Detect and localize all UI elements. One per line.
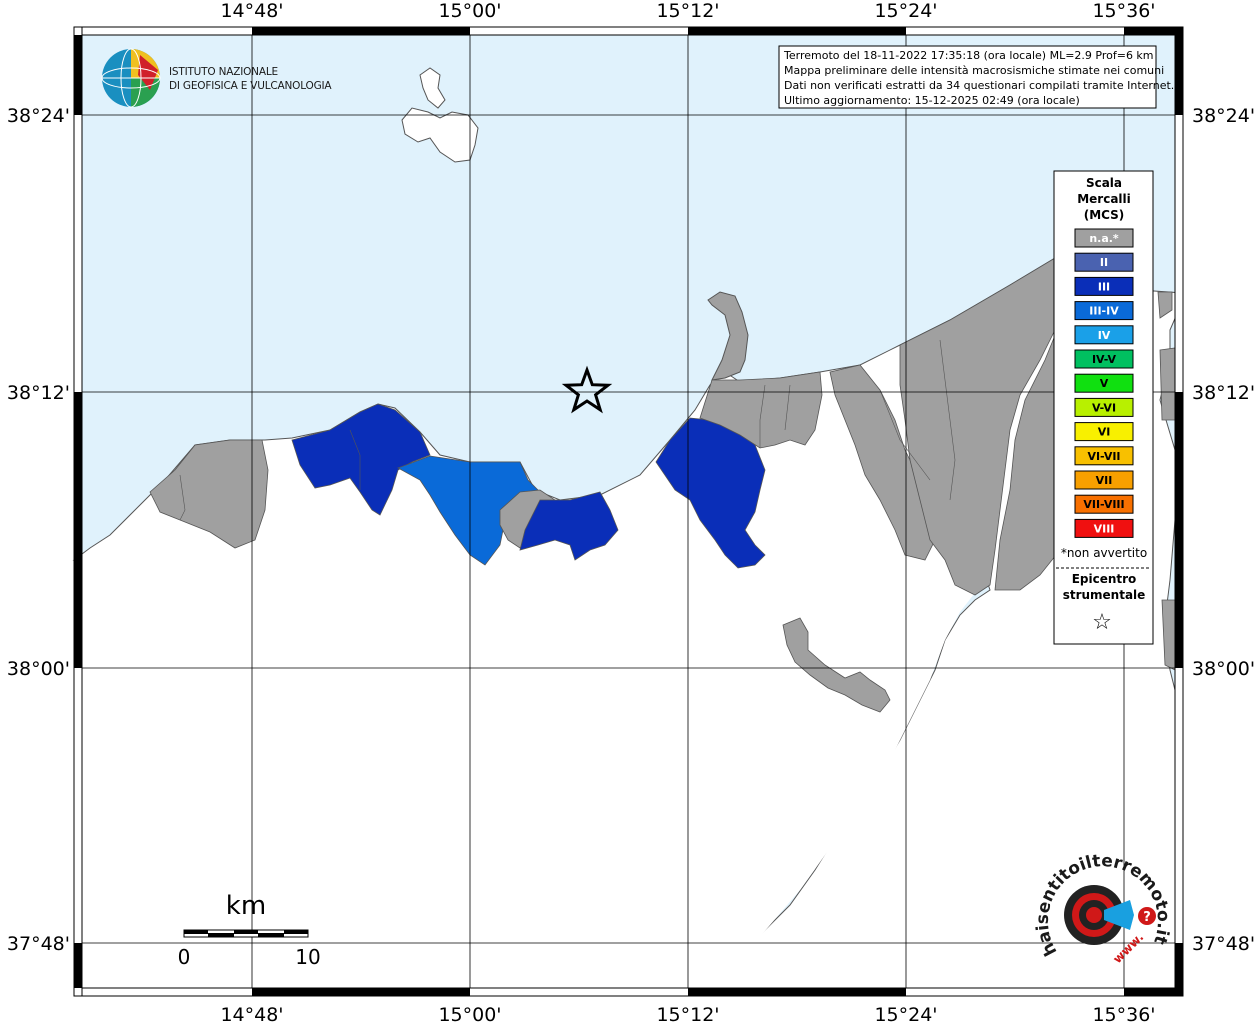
lon-labels-top: 14°48' 15°00' 15°12' 15°24' 15°36': [220, 0, 1155, 22]
lon-labels-bottom: 14°48' 15°00' 15°12' 15°24' 15°36': [220, 1004, 1155, 1024]
lon-label: 15°00': [438, 0, 501, 22]
lat-label: 37°48': [7, 933, 70, 955]
ingv-line1: ISTITUTO NAZIONALE: [169, 66, 278, 78]
info-line3: Dati non verificati estratti da 34 quest…: [784, 79, 1174, 92]
legend-swatch-label: VI-VII: [1087, 450, 1120, 463]
lat-label: 37°48': [1192, 933, 1255, 955]
lat-labels-right: 38°24' 38°12' 38°00' 37°48': [1192, 105, 1255, 955]
lat-label: 38°00': [1192, 658, 1255, 680]
legend-swatch-label: VII: [1096, 474, 1113, 487]
lat-label: 38°12': [1192, 382, 1255, 404]
ingv-line2: DI GEOFISICA E VULCANOLOGIA: [169, 80, 332, 92]
legend-note: *non avvertito: [1061, 546, 1147, 560]
lat-label: 38°24': [7, 105, 70, 127]
scale-end: 10: [295, 945, 320, 969]
legend: Scala Mercalli (MCS) n.a.*IIIIIIII-IVIVI…: [1053, 170, 1154, 645]
legend-swatch-label: V-VI: [1092, 401, 1116, 414]
lon-label: 15°24': [874, 0, 937, 22]
legend-swatch-label: VIII: [1094, 522, 1115, 535]
info-line1: Terremoto del 18-11-2022 17:35:18 (ora l…: [783, 49, 1154, 62]
legend-title: (MCS): [1084, 208, 1125, 222]
lon-label: 14°48': [220, 1004, 283, 1024]
scale-start: 0: [178, 945, 191, 969]
map-canvas: 14°48' 15°00' 15°12' 15°24' 15°36' 14°48…: [7, 0, 1255, 1024]
lon-label: 15°36': [1092, 1004, 1155, 1024]
legend-swatch-label: n.a.*: [1089, 232, 1119, 245]
lon-label: 15°12': [656, 0, 719, 22]
legend-swatch-label: VII-VIII: [1083, 498, 1124, 511]
legend-title: Mercalli: [1077, 192, 1131, 206]
legend-swatch-label: V: [1100, 377, 1109, 390]
legend-epicenter-label: strumentale: [1063, 588, 1146, 602]
legend-title: Scala: [1086, 176, 1122, 190]
scale-unit: km: [226, 891, 266, 921]
lon-label: 15°12': [656, 1004, 719, 1024]
info-box: Terremoto del 18-11-2022 17:35:18 (ora l…: [778, 45, 1174, 109]
legend-swatch-label: IV-V: [1092, 353, 1117, 366]
info-line2: Mappa preliminare delle intensità macros…: [784, 64, 1164, 77]
lat-label: 38°12': [7, 382, 70, 404]
legend-swatch-label: VI: [1098, 426, 1111, 439]
lon-label: 14°48': [220, 0, 283, 22]
legend-swatch-label: IV: [1098, 329, 1111, 342]
legend-swatch-label: II: [1100, 256, 1108, 269]
lon-label: 15°24': [874, 1004, 937, 1024]
question-icon: ?: [1143, 910, 1151, 925]
lat-labels-left: 38°24' 38°12' 38°00' 37°48': [7, 105, 70, 955]
lat-label: 38°24': [1192, 105, 1255, 127]
lat-label: 38°00': [7, 658, 70, 680]
legend-swatch-label: III: [1098, 280, 1110, 293]
legend-star-icon: ☆: [1092, 610, 1112, 635]
legend-epicenter-label: Epicentro: [1072, 572, 1137, 586]
lon-label: 15°36': [1092, 0, 1155, 22]
info-line4: Ultimo aggiornamento: 15-12-2025 02:49 (…: [784, 94, 1080, 107]
legend-swatch-label: III-IV: [1089, 305, 1119, 318]
lon-label: 15°00': [438, 1004, 501, 1024]
